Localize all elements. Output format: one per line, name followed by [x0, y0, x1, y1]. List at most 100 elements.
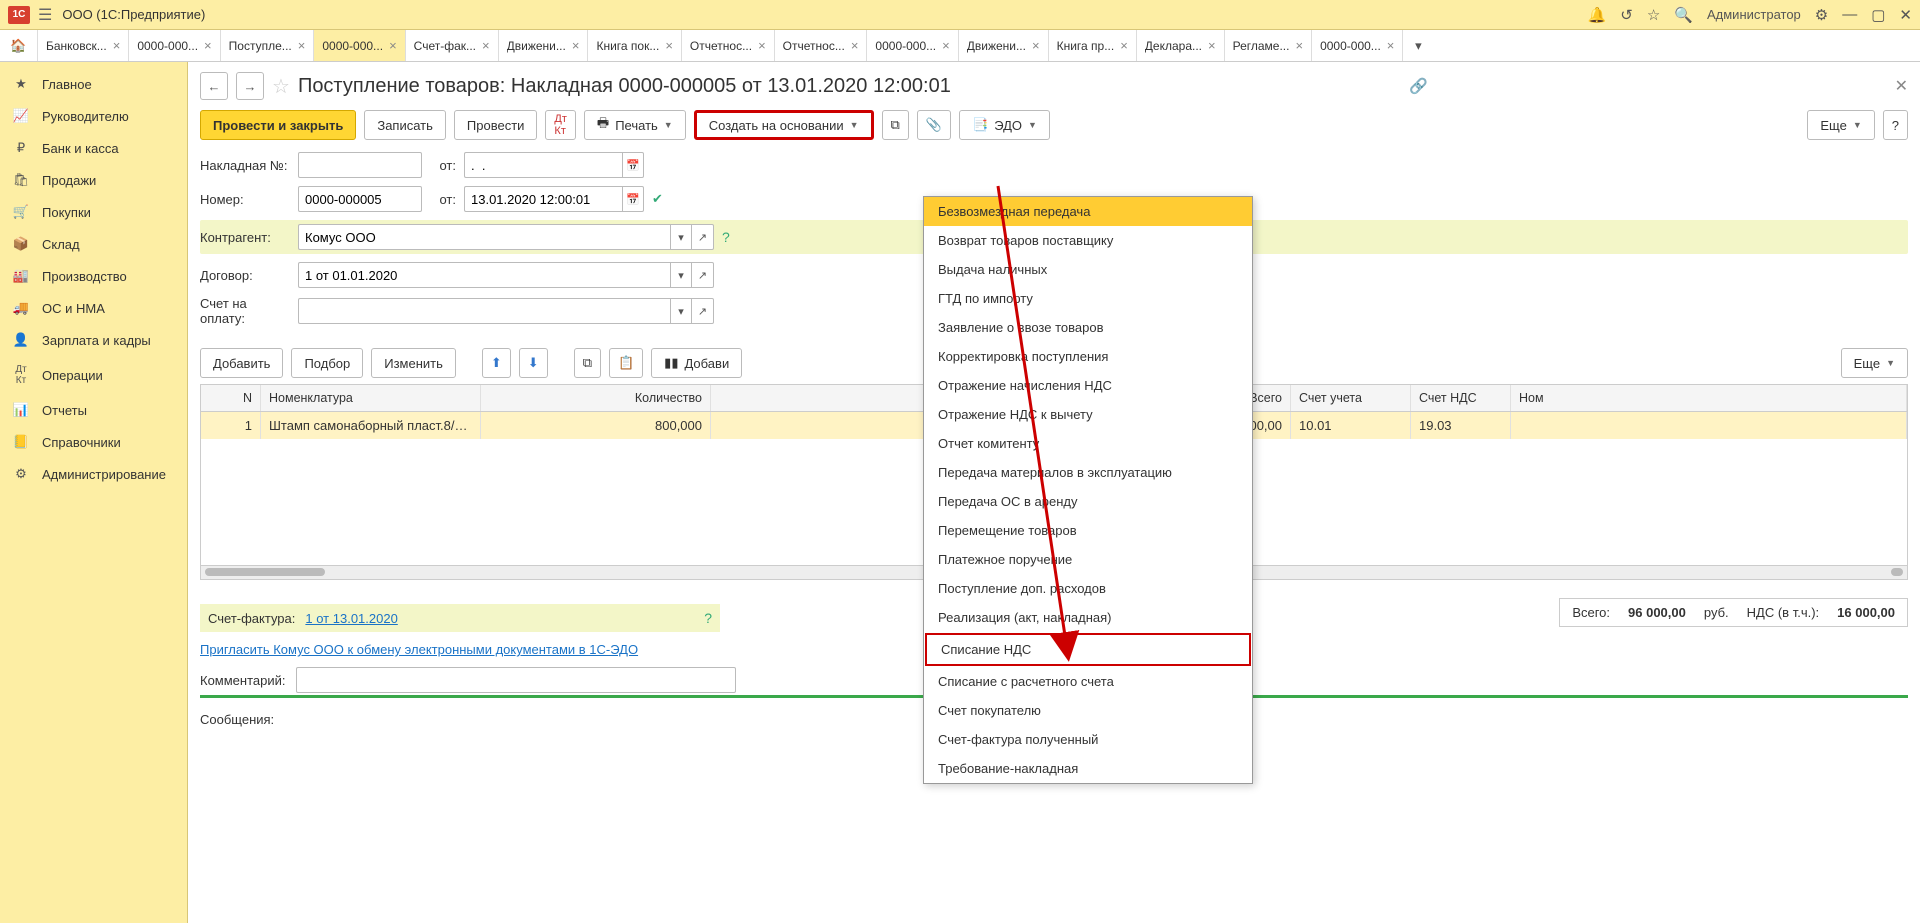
tab-close-icon[interactable]: ×: [389, 38, 397, 53]
sidebar-item-operations[interactable]: ДтКтОперации: [0, 356, 187, 394]
tab-1[interactable]: 0000-000...×: [129, 30, 220, 61]
sidebar-item-purchases[interactable]: 🛒Покупки: [0, 196, 187, 228]
tab-close-icon[interactable]: ×: [1120, 38, 1128, 53]
dd-item[interactable]: Заявление о ввозе товаров: [924, 313, 1252, 342]
open-icon[interactable]: ↗: [692, 262, 714, 288]
tab-close-icon[interactable]: ×: [1295, 38, 1303, 53]
tab-close-icon[interactable]: ×: [113, 38, 121, 53]
dd-item[interactable]: Реализация (акт, накладная): [924, 603, 1252, 632]
tab-3[interactable]: 0000-000...×: [314, 30, 405, 61]
contract-input[interactable]: [298, 262, 670, 288]
tab-close-icon[interactable]: ×: [758, 38, 766, 53]
tab-close-icon[interactable]: ×: [204, 38, 212, 53]
close-window-icon[interactable]: ✕: [1899, 6, 1912, 24]
search-icon[interactable]: 🔍: [1674, 6, 1693, 24]
dd-item[interactable]: Безвозмездная передача: [924, 197, 1252, 226]
tab-close-icon[interactable]: ×: [1208, 38, 1216, 53]
col-last[interactable]: Ном: [1511, 385, 1907, 411]
nav-forward-button[interactable]: →: [236, 72, 264, 100]
dd-item-highlighted[interactable]: Списание НДС: [925, 633, 1251, 666]
dd-item[interactable]: Счет покупателю: [924, 696, 1252, 725]
settings-icon[interactable]: ⚙: [1815, 6, 1828, 24]
post-and-close-button[interactable]: Провести и закрыть: [200, 110, 356, 140]
number-date-input[interactable]: [464, 186, 622, 212]
col-nomenclature[interactable]: Номенклатура: [261, 385, 481, 411]
tab-10[interactable]: Движени...×: [959, 30, 1049, 61]
help-button[interactable]: ?: [1883, 110, 1908, 140]
main-menu-icon[interactable]: ☰: [38, 5, 52, 25]
tab-11[interactable]: Книга пр...×: [1049, 30, 1137, 61]
sidebar-item-production[interactable]: 🏭Производство: [0, 260, 187, 292]
sidebar-item-admin[interactable]: ⚙Администрирование: [0, 458, 187, 490]
edo-button[interactable]: 📑 ЭДО ▼: [959, 110, 1050, 140]
favorite-star-icon[interactable]: ☆: [272, 74, 290, 99]
tab-13[interactable]: Регламе...×: [1225, 30, 1312, 61]
dropdown-icon[interactable]: ▾: [670, 262, 692, 288]
tab-2[interactable]: Поступле...×: [221, 30, 315, 61]
pick-button[interactable]: Подбор: [291, 348, 363, 378]
tab-close-icon[interactable]: ×: [1387, 38, 1395, 53]
calendar-icon[interactable]: 📅: [622, 186, 644, 212]
dd-item[interactable]: Отражение НДС к вычету: [924, 400, 1252, 429]
add-row-button[interactable]: Добавить: [200, 348, 283, 378]
tab-close-icon[interactable]: ×: [851, 38, 859, 53]
dd-item[interactable]: Отчет комитенту: [924, 429, 1252, 458]
tab-close-icon[interactable]: ×: [298, 38, 306, 53]
history-icon[interactable]: ↺: [1620, 6, 1633, 24]
tab-close-icon[interactable]: ×: [942, 38, 950, 53]
sf-help-icon[interactable]: ?: [704, 610, 712, 626]
dtkt-button[interactable]: ДтКт: [545, 110, 576, 140]
number-input[interactable]: [298, 186, 422, 212]
invoice-date-input[interactable]: [464, 152, 622, 178]
dd-item[interactable]: Выдача наличных: [924, 255, 1252, 284]
sidebar-item-sales[interactable]: 🛍Продажи: [0, 164, 187, 196]
tabs-more-icon[interactable]: ▾: [1403, 30, 1433, 61]
tab-close-icon[interactable]: ×: [1032, 38, 1040, 53]
sidebar-item-reports[interactable]: 📊Отчеты: [0, 394, 187, 426]
tab-close-icon[interactable]: ×: [482, 38, 490, 53]
sidebar-item-assets[interactable]: 🚚ОС и НМА: [0, 292, 187, 324]
more-button[interactable]: Еще ▼: [1807, 110, 1874, 140]
tab-12[interactable]: Деклара...×: [1137, 30, 1225, 61]
invite-edo-link[interactable]: Пригласить Комус ООО к обмену электронны…: [200, 642, 638, 657]
dd-item[interactable]: Перемещение товаров: [924, 516, 1252, 545]
tab-0[interactable]: Банковск...×: [38, 30, 129, 61]
open-icon[interactable]: ↗: [692, 298, 714, 324]
invoice-no-input[interactable]: [298, 152, 422, 178]
dd-item[interactable]: Платежное поручение: [924, 545, 1252, 574]
invoice-pay-input[interactable]: [298, 298, 670, 324]
move-up-button[interactable]: ⬆: [482, 348, 511, 378]
write-button[interactable]: Записать: [364, 110, 446, 140]
copy-button[interactable]: ⧉: [574, 348, 601, 378]
col-account-nds[interactable]: Счет НДС: [1411, 385, 1511, 411]
bell-icon[interactable]: 🔔: [1588, 6, 1607, 24]
user-label[interactable]: Администратор: [1707, 7, 1801, 22]
change-button[interactable]: Изменить: [371, 348, 456, 378]
tab-5[interactable]: Движени...×: [499, 30, 589, 61]
sidebar-item-catalogs[interactable]: 📒Справочники: [0, 426, 187, 458]
dd-item[interactable]: Поступление доп. расходов: [924, 574, 1252, 603]
col-account[interactable]: Счет учета: [1291, 385, 1411, 411]
dd-item[interactable]: Корректировка поступления: [924, 342, 1252, 371]
tab-close-icon[interactable]: ×: [572, 38, 580, 53]
minimize-icon[interactable]: —: [1842, 6, 1857, 23]
dd-item[interactable]: Списание с расчетного счета: [924, 667, 1252, 696]
add-barcode-button[interactable]: ▮▮ Добави: [651, 348, 742, 378]
tab-8[interactable]: Отчетнос...×: [775, 30, 868, 61]
paste-button[interactable]: 📋: [609, 348, 643, 378]
tab-7[interactable]: Отчетнос...×: [682, 30, 775, 61]
sidebar-item-hr[interactable]: 👤Зарплата и кадры: [0, 324, 187, 356]
attach-button[interactable]: 📎: [917, 110, 951, 140]
tab-4[interactable]: Счет-фак...×: [406, 30, 499, 61]
sidebar-item-manager[interactable]: 📈Руководителю: [0, 100, 187, 132]
tab-6[interactable]: Книга пок...×: [588, 30, 681, 61]
home-tab[interactable]: 🏠: [0, 30, 38, 61]
move-down-button[interactable]: ⬇: [519, 348, 548, 378]
tab-close-icon[interactable]: ×: [665, 38, 673, 53]
sf-link[interactable]: 1 от 13.01.2020: [305, 611, 397, 626]
dd-item[interactable]: Счет-фактура полученный: [924, 725, 1252, 754]
dd-item[interactable]: Передача ОС в аренду: [924, 487, 1252, 516]
sidebar-item-main[interactable]: ★Главное: [0, 68, 187, 100]
open-icon[interactable]: ↗: [692, 224, 714, 250]
dropdown-icon[interactable]: ▾: [670, 298, 692, 324]
